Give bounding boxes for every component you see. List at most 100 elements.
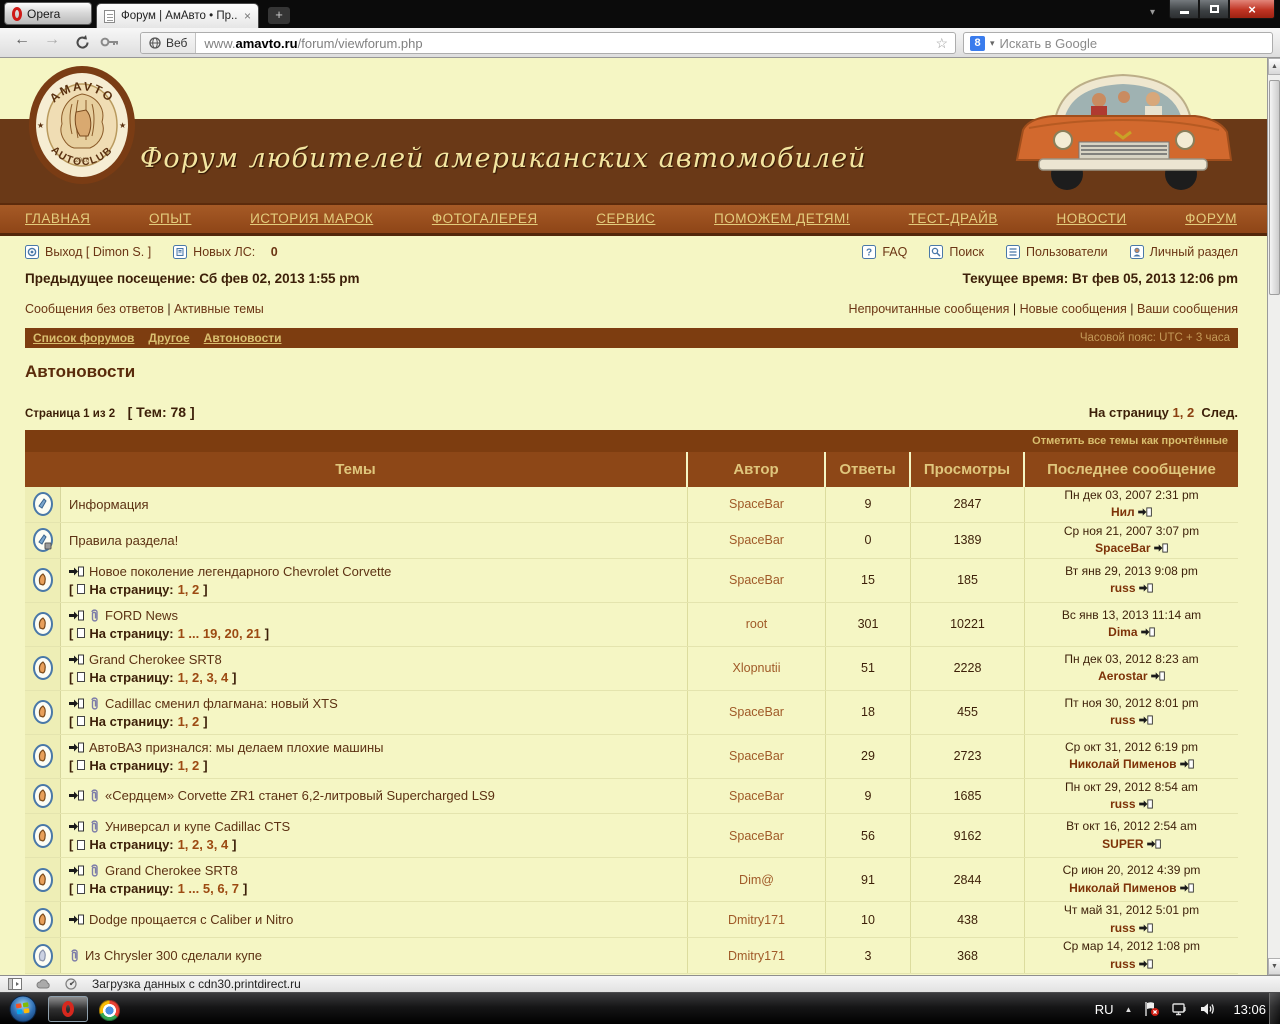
tab-menu-chevron-icon[interactable]: ▾ bbox=[1150, 7, 1155, 18]
quicklink[interactable]: Активные темы bbox=[164, 302, 264, 316]
author-link[interactable]: Xlopnutii bbox=[733, 661, 781, 675]
close-button[interactable]: × bbox=[1229, 0, 1275, 19]
author-link[interactable]: Dim@ bbox=[739, 873, 774, 887]
goto-lastpost-icon[interactable] bbox=[1139, 583, 1153, 593]
userbar-link[interactable]: Личный раздел bbox=[1130, 245, 1238, 259]
author-link[interactable]: SpaceBar bbox=[729, 789, 784, 803]
nav-item[interactable]: ГЛАВНАЯ bbox=[25, 210, 90, 228]
web-badge[interactable]: Веб bbox=[141, 33, 196, 53]
goto-lastpost-icon[interactable] bbox=[1154, 543, 1168, 553]
google-icon[interactable]: 8 bbox=[970, 36, 985, 51]
taskbar-opera-button[interactable] bbox=[48, 996, 88, 1022]
minimize-button[interactable] bbox=[1169, 0, 1199, 19]
goto-unread-icon[interactable] bbox=[69, 654, 84, 665]
quicklink[interactable]: Новые сообщения bbox=[1009, 302, 1126, 316]
userbar-link[interactable]: Пользователи bbox=[1006, 245, 1108, 259]
nav-item[interactable]: ПОМОЖЕМ ДЕТЯМ! bbox=[714, 210, 850, 228]
topic-page-links[interactable]: 1 ... 5, 6, 7 bbox=[178, 881, 239, 896]
topic-title-link[interactable]: «Сердцем» Corvette ZR1 станет 6,2-литров… bbox=[105, 788, 495, 803]
goto-unread-icon[interactable] bbox=[69, 698, 84, 709]
goto-unread-icon[interactable] bbox=[69, 790, 84, 801]
private-messages-link[interactable]: Новых ЛС: 0 bbox=[173, 245, 277, 259]
author-link[interactable]: SpaceBar bbox=[729, 573, 784, 587]
author-link[interactable]: Dmitry171 bbox=[728, 913, 785, 927]
goto-lastpost-icon[interactable] bbox=[1139, 923, 1153, 933]
lastpost-user-link[interactable]: russ bbox=[1110, 957, 1135, 971]
userbar-link[interactable]: Поиск bbox=[929, 245, 984, 259]
taskbar-chrome-button[interactable] bbox=[99, 1000, 120, 1021]
goto-unread-icon[interactable] bbox=[69, 742, 84, 753]
goto-unread-icon[interactable] bbox=[69, 821, 84, 832]
nav-item[interactable]: НОВОСТИ bbox=[1056, 210, 1126, 228]
panel-toggle-icon[interactable] bbox=[8, 978, 22, 990]
breadcrumb-link[interactable]: Другое bbox=[148, 331, 189, 345]
mark-read-link[interactable]: Отметить все темы как прочтённые bbox=[1032, 435, 1228, 447]
lastpost-user-link[interactable]: russ bbox=[1110, 921, 1135, 935]
author-link[interactable]: SpaceBar bbox=[729, 749, 784, 763]
goto-unread-icon[interactable] bbox=[69, 865, 84, 876]
goto-lastpost-icon[interactable] bbox=[1147, 839, 1161, 849]
nav-item[interactable]: ИСТОРИЯ МАРОК bbox=[250, 210, 373, 228]
topic-title-link[interactable]: Универсал и купе Cadillac CTS bbox=[105, 819, 290, 834]
author-link[interactable]: SpaceBar bbox=[729, 497, 784, 511]
hidden-icons-chevron[interactable]: ▲ bbox=[1125, 1005, 1133, 1014]
address-bar[interactable]: Веб www.amavto.ru/forum/viewforum.php ☆ bbox=[140, 32, 956, 54]
nav-item[interactable]: ТЕСТ-ДРАЙВ bbox=[909, 210, 998, 228]
forward-button[interactable]: → bbox=[44, 31, 60, 49]
network-icon[interactable] bbox=[1171, 1001, 1188, 1017]
password-key-icon[interactable] bbox=[100, 34, 120, 50]
lastpost-user-link[interactable]: Нил bbox=[1111, 505, 1135, 519]
scroll-up-arrow[interactable]: ▲ bbox=[1268, 58, 1280, 75]
nav-item[interactable]: ОПЫТ bbox=[149, 210, 191, 228]
nav-item[interactable]: ФОРУМ bbox=[1185, 210, 1237, 228]
topic-title-link[interactable]: Из Chrysler 300 сделали купе bbox=[85, 948, 262, 963]
start-button[interactable] bbox=[9, 995, 37, 1023]
pagination-next[interactable]: След. bbox=[1201, 405, 1238, 420]
reload-button[interactable] bbox=[74, 34, 91, 51]
bookmark-star-icon[interactable]: ☆ bbox=[928, 35, 955, 52]
opera-menu-button[interactable]: Opera bbox=[4, 2, 92, 25]
lastpost-user-link[interactable]: SpaceBar bbox=[1095, 541, 1150, 555]
nav-item[interactable]: ФОТОГАЛЕРЕЯ bbox=[432, 210, 538, 228]
scroll-down-arrow[interactable]: ▼ bbox=[1268, 958, 1280, 975]
lastpost-user-link[interactable]: russ bbox=[1110, 581, 1135, 595]
search-box[interactable]: 8 ▾ Искать в Google bbox=[963, 32, 1273, 54]
topic-title-link[interactable]: Grand Cherokee SRT8 bbox=[89, 652, 222, 667]
lastpost-user-link[interactable]: Николай Пименов bbox=[1069, 881, 1176, 895]
quicklink[interactable]: Непрочитанные сообщения bbox=[849, 302, 1010, 316]
tab-close-icon[interactable]: × bbox=[244, 9, 251, 23]
lastpost-user-link[interactable]: Dima bbox=[1108, 625, 1137, 639]
author-link[interactable]: SpaceBar bbox=[729, 829, 784, 843]
topic-title-link[interactable]: АвтоВАЗ признался: мы делаем плохие маши… bbox=[89, 740, 384, 755]
topic-title-link[interactable]: Новое поколение легендарного Chevrolet C… bbox=[89, 564, 391, 579]
topic-title-link[interactable]: Информация bbox=[69, 497, 149, 512]
author-link[interactable]: SpaceBar bbox=[729, 533, 784, 547]
topic-title-link[interactable]: FORD News bbox=[105, 608, 178, 623]
author-link[interactable]: root bbox=[746, 617, 768, 631]
quicklink[interactable]: Ваши сообщения bbox=[1127, 302, 1238, 316]
opera-link-cloud-icon[interactable] bbox=[36, 978, 50, 990]
goto-lastpost-icon[interactable] bbox=[1151, 671, 1165, 681]
goto-unread-icon[interactable] bbox=[69, 610, 84, 621]
search-engine-chevron-icon[interactable]: ▾ bbox=[990, 38, 995, 49]
url-text[interactable]: www.amavto.ru/forum/viewforum.php bbox=[196, 36, 928, 51]
topic-page-links[interactable]: 1 ... 19, 20, 21 bbox=[178, 626, 261, 641]
author-link[interactable]: Dmitry171 bbox=[728, 949, 785, 963]
language-indicator[interactable]: RU bbox=[1095, 1002, 1114, 1017]
pagination-pages[interactable]: 1, 2 bbox=[1173, 405, 1195, 420]
userbar-link[interactable]: ? FAQ bbox=[862, 245, 907, 259]
logout-link[interactable]: Выход [ Dimon S. ] bbox=[25, 245, 151, 259]
goto-lastpost-icon[interactable] bbox=[1139, 959, 1153, 969]
breadcrumb-link[interactable]: Автоновости bbox=[204, 331, 282, 345]
topic-page-links[interactable]: 1, 2, 3, 4 bbox=[178, 670, 229, 685]
scroll-thumb[interactable] bbox=[1269, 80, 1280, 295]
topic-page-links[interactable]: 1, 2 bbox=[178, 714, 200, 729]
topic-page-links[interactable]: 1, 2 bbox=[178, 758, 200, 773]
goto-unread-icon[interactable] bbox=[69, 566, 84, 577]
goto-lastpost-icon[interactable] bbox=[1180, 883, 1194, 893]
lastpost-user-link[interactable]: russ bbox=[1110, 797, 1135, 811]
volume-icon[interactable] bbox=[1199, 1001, 1216, 1017]
topic-title-link[interactable]: Правила раздела! bbox=[69, 533, 178, 548]
scrollbar[interactable]: ▲ ▼ bbox=[1267, 58, 1280, 975]
goto-lastpost-icon[interactable] bbox=[1139, 715, 1153, 725]
